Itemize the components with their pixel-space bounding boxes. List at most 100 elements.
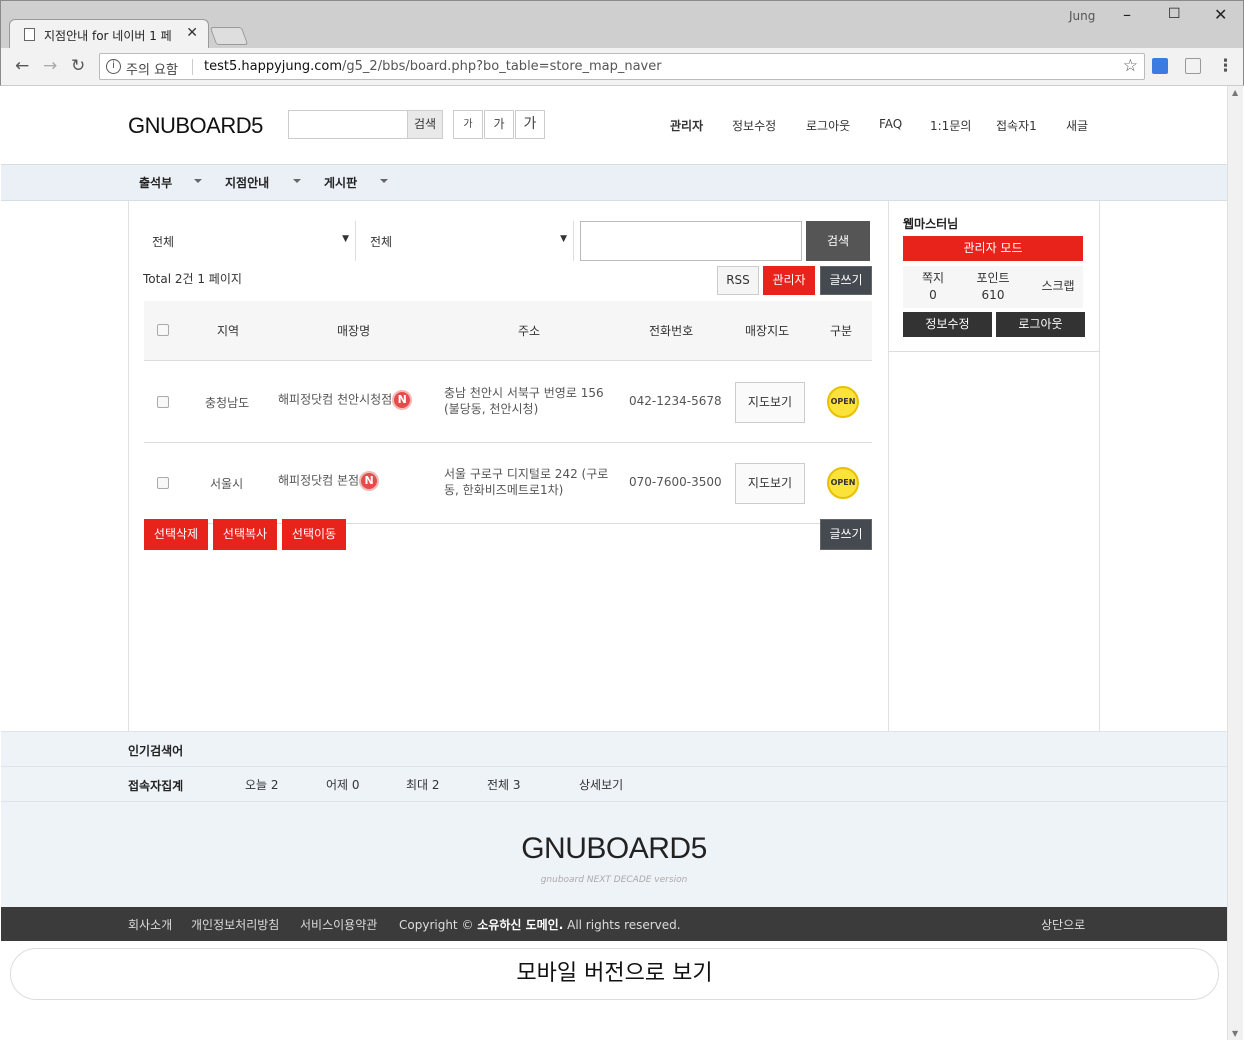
gnb-item-attendance[interactable]: 출석부 bbox=[139, 174, 172, 191]
caret-down-icon: ▼ bbox=[342, 234, 349, 244]
logout-button[interactable]: 로그아웃 bbox=[996, 312, 1085, 337]
region-cell: 충청남도 bbox=[205, 396, 250, 410]
site-search-button[interactable]: 검색 bbox=[407, 110, 443, 139]
chevron-down-icon[interactable] bbox=[380, 179, 388, 183]
new-badge: N bbox=[392, 390, 413, 410]
extension-icon[interactable] bbox=[1152, 58, 1168, 74]
footer-link-company[interactable]: 회사소개 bbox=[128, 916, 172, 933]
scroll-down-icon[interactable]: ▼ bbox=[1232, 1029, 1238, 1038]
edit-info-button[interactable]: 정보수정 bbox=[903, 312, 992, 337]
delete-selected-button[interactable]: 선택삭제 bbox=[144, 519, 208, 550]
font-mid-button[interactable]: 가 bbox=[484, 110, 514, 139]
tnb-connect[interactable]: 접속자1 bbox=[996, 117, 1037, 134]
page-icon bbox=[24, 28, 35, 41]
footer-link-terms[interactable]: 서비스이용약관 bbox=[300, 916, 377, 933]
total-count: Total 2건 1 페이지 bbox=[143, 272, 242, 286]
store-name-link[interactable]: 해피정닷컴 본점 N bbox=[278, 471, 380, 491]
chevron-down-icon[interactable] bbox=[293, 179, 301, 183]
tnb-faq[interactable]: FAQ bbox=[879, 117, 902, 131]
view-map-button[interactable]: 지도보기 bbox=[735, 382, 805, 423]
write-button-bottom[interactable]: 글쓰기 bbox=[820, 519, 872, 550]
tnb-edit-info[interactable]: 정보수정 bbox=[732, 117, 776, 134]
mobile-version-button[interactable]: 모바일 버전으로 보기 bbox=[10, 948, 1219, 1000]
copy-selected-button[interactable]: 선택복사 bbox=[213, 519, 277, 550]
site-logo[interactable]: GNUBOARD5 bbox=[128, 113, 263, 139]
store-name: 해피정닷컴 천안시청점 bbox=[278, 392, 393, 407]
address-bar[interactable]: i 주의 요함 test5.happyjung.com/g5_2/bbs/boa… bbox=[99, 53, 1145, 80]
new-tab-button[interactable] bbox=[209, 27, 249, 45]
point-label: 포인트 bbox=[976, 271, 1010, 285]
copyright-suffix: All rights reserved. bbox=[563, 918, 681, 932]
admin-button[interactable]: 관리자 bbox=[763, 266, 815, 295]
tnb-logout[interactable]: 로그아웃 bbox=[806, 117, 850, 134]
new-badge: N bbox=[359, 471, 380, 491]
popular-search: 인기검색어 bbox=[1, 731, 1227, 767]
table-row: 충청남도 해피정닷컴 천안시청점 N 충남 천안시 서북구 번영로 156 (불당… bbox=[144, 362, 872, 443]
open-badge: OPEN bbox=[827, 467, 859, 499]
column-header: 매장명 bbox=[337, 324, 371, 338]
forward-icon[interactable]: → bbox=[43, 56, 57, 76]
row-checkbox[interactable] bbox=[157, 396, 169, 408]
page-scrollbar[interactable]: ▲ ▼ bbox=[1227, 86, 1243, 1040]
site-search-input[interactable] bbox=[288, 110, 408, 139]
gnb-item-board[interactable]: 게시판 bbox=[324, 174, 357, 191]
tnb-new[interactable]: 새글 bbox=[1066, 117, 1088, 134]
tnb-admin[interactable]: 관리자 bbox=[670, 117, 703, 134]
visit-detail-link[interactable]: 상세보기 bbox=[579, 776, 623, 793]
browser-tab[interactable]: 지점안내 for 네이버 1 페 ✕ bbox=[9, 19, 209, 49]
move-selected-button[interactable]: 선택이동 bbox=[282, 519, 346, 550]
board-search-input[interactable] bbox=[580, 221, 802, 261]
font-small-button[interactable]: 가 bbox=[453, 110, 483, 139]
region-filter-select[interactable]: 전체 ▼ bbox=[144, 221, 356, 261]
chevron-down-icon[interactable] bbox=[194, 179, 202, 183]
category-filter-select[interactable]: 전체 ▼ bbox=[362, 221, 574, 261]
point-link[interactable]: 포인트 610 bbox=[963, 270, 1023, 304]
view-map-button[interactable]: 지도보기 bbox=[735, 463, 805, 504]
address-cell: 충남 천안시 서북구 번영로 156 (불당동, 천안시청) bbox=[444, 386, 604, 416]
region-filter-value: 전체 bbox=[152, 235, 175, 249]
info-icon[interactable]: i bbox=[106, 59, 121, 74]
url-path: /g5_2/bbs/board.php?bo_table=store_map_n… bbox=[342, 59, 662, 74]
scrap-link[interactable]: 스크랩 bbox=[1028, 278, 1088, 295]
extension-puzzle-icon[interactable] bbox=[1185, 58, 1201, 74]
sidebar-outlogin: 웹마스터님 관리자 모드 쪽지 0 포인트 610 스크랩 정보수정 로그아웃 bbox=[888, 201, 1100, 731]
admin-mode-button[interactable]: 관리자 모드 bbox=[903, 236, 1083, 261]
window-close-icon[interactable]: ✕ bbox=[1214, 5, 1227, 24]
footer-tagline: gnuboard NEXT DECADE version bbox=[540, 875, 688, 885]
maximize-icon[interactable]: ☐ bbox=[1168, 6, 1181, 22]
open-badge: OPEN bbox=[827, 386, 859, 418]
store-name-link[interactable]: 해피정닷컴 천안시청점 N bbox=[278, 390, 413, 410]
page-viewport: GNUBOARD5 검색 가 가 가 관리자 정보수정 로그아웃 FAQ 1:1… bbox=[1, 86, 1227, 1040]
row-checkbox[interactable] bbox=[157, 477, 169, 489]
board-search-button[interactable]: 검색 bbox=[806, 221, 870, 261]
minimize-icon[interactable]: – bbox=[1123, 5, 1131, 24]
gnb-item-store[interactable]: 지점안내 bbox=[225, 174, 269, 191]
point-value: 610 bbox=[981, 288, 1005, 302]
member-name: 웹마스터님 bbox=[903, 217, 959, 231]
go-top-link[interactable]: 상단으로 bbox=[1041, 916, 1085, 933]
footer-link-privacy[interactable]: 개인정보처리방침 bbox=[191, 916, 279, 933]
visit-max: 최대 2 bbox=[406, 778, 440, 792]
visit-label: 접속자집계 bbox=[128, 779, 184, 793]
reload-icon[interactable]: ↻ bbox=[71, 56, 85, 76]
close-tab-icon[interactable]: ✕ bbox=[186, 25, 198, 41]
url-text[interactable]: test5.happyjung.com/g5_2/bbs/board.php?b… bbox=[204, 59, 662, 74]
profile-name[interactable]: Jung bbox=[1069, 9, 1095, 23]
write-button-top[interactable]: 글쓰기 bbox=[820, 266, 872, 295]
menu-kebab-icon[interactable]: ⋮ bbox=[1217, 56, 1234, 76]
back-icon[interactable]: ← bbox=[15, 56, 29, 76]
select-all-checkbox[interactable] bbox=[157, 324, 169, 336]
site-header: GNUBOARD5 검색 가 가 가 관리자 정보수정 로그아웃 FAQ 1:1… bbox=[1, 86, 1227, 164]
font-large-button[interactable]: 가 bbox=[515, 110, 545, 139]
visit-yesterday: 어제 0 bbox=[326, 778, 360, 792]
table-header: 지역 매장명 주소 전화번호 매장지도 구분 bbox=[144, 301, 872, 361]
memo-link[interactable]: 쪽지 0 bbox=[903, 270, 963, 304]
address-cell: 서울 구로구 디지털로 242 (구로동, 한화비즈메트로1차) bbox=[444, 467, 609, 497]
bookmark-star-icon[interactable]: ☆ bbox=[1123, 56, 1138, 76]
tnb-qa[interactable]: 1:1문의 bbox=[930, 117, 971, 134]
footer-logo: GNUBOARD5 bbox=[521, 832, 707, 865]
rss-button[interactable]: RSS bbox=[717, 266, 759, 295]
scroll-up-icon[interactable]: ▲ bbox=[1232, 88, 1238, 97]
column-header: 주소 bbox=[518, 324, 541, 338]
popular-label: 인기검색어 bbox=[128, 744, 184, 758]
